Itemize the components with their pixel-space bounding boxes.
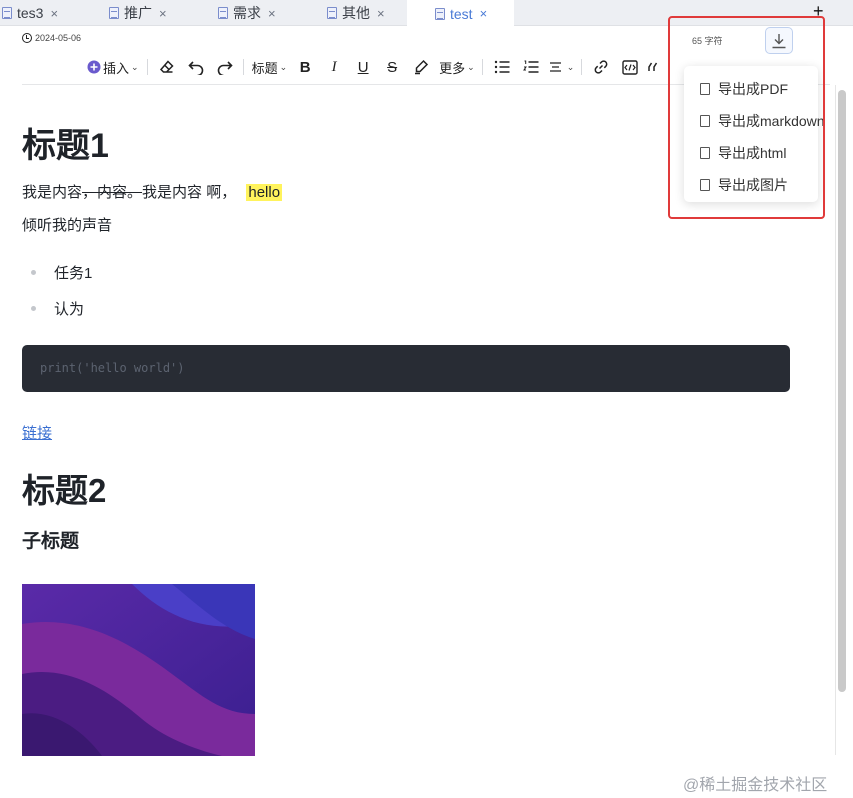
annotation-box — [668, 16, 825, 219]
plus-circle-icon — [87, 60, 101, 74]
document-icon — [109, 7, 119, 19]
editor-border — [835, 85, 836, 755]
more-label: 更多 — [439, 60, 466, 76]
toolbar-divider — [481, 59, 483, 75]
tab-requirements[interactable]: 需求 × — [218, 0, 288, 26]
tab-label: test — [450, 5, 473, 22]
quote-icon — [648, 62, 658, 71]
more-dropdown[interactable]: 更多 ⌄ — [439, 56, 475, 78]
editor-window: tes3 × 推广 × 需求 × 其他 × test × + 2024-05-0… — [0, 0, 853, 798]
chevron-down-icon: ⌄ — [467, 61, 475, 72]
chevron-down-icon: ⌄ — [566, 61, 575, 72]
insert-button[interactable]: 插入 ⌄ — [87, 56, 139, 78]
link[interactable]: 链接 — [22, 422, 52, 443]
tab-test[interactable]: test × — [407, 0, 514, 27]
highlighter-icon — [415, 59, 429, 75]
clock-icon — [22, 33, 32, 43]
ordered-list-icon — [522, 60, 539, 73]
link-button[interactable] — [590, 56, 612, 78]
ordered-list-button[interactable] — [520, 56, 542, 78]
heading-1[interactable]: 标题1 — [22, 118, 109, 167]
format-toolbar: 插入 ⌄ 标题 ⌄ B I U S 更多 ⌄ ⌄ — [87, 56, 667, 78]
document-icon — [435, 7, 445, 20]
tab-promotion[interactable]: 推广 × — [109, 0, 179, 26]
heading-2[interactable]: 标题2 — [22, 464, 106, 512]
bullet-list-icon — [494, 60, 510, 74]
quote-button[interactable] — [648, 56, 660, 78]
toolbar-divider — [581, 59, 583, 75]
align-dropdown[interactable]: ⌄ — [549, 56, 575, 78]
redo-button[interactable] — [214, 56, 236, 78]
document-icon — [218, 7, 228, 19]
tab-other[interactable]: 其他 × — [327, 0, 397, 26]
eraser-icon — [159, 60, 174, 73]
list-item[interactable]: 认为 — [30, 298, 84, 319]
heading-dropdown[interactable]: 标题 ⌄ — [252, 56, 288, 78]
wallpaper-image[interactable] — [22, 584, 255, 756]
toolbar-divider — [242, 59, 244, 75]
undo-button[interactable] — [185, 56, 207, 78]
bullet-list-button[interactable] — [491, 56, 513, 78]
close-icon[interactable]: × — [480, 6, 488, 21]
paragraph[interactable]: 倾听我的声音 — [22, 214, 112, 235]
close-icon[interactable]: × — [268, 6, 276, 21]
paragraph-text: 我是内容 — [22, 184, 83, 201]
vertical-scrollbar[interactable] — [838, 90, 846, 692]
chevron-down-icon: ⌄ — [279, 61, 288, 72]
bold-button[interactable]: B — [294, 56, 316, 78]
list-item[interactable]: 任务1 — [30, 262, 92, 283]
heading-label: 标题 — [251, 60, 278, 76]
highlight-button[interactable] — [410, 56, 432, 78]
clear-format-button[interactable] — [156, 56, 178, 78]
watermark: @稀土掘金技术社区 — [683, 777, 828, 794]
heading-3[interactable]: 子标题 — [22, 526, 79, 553]
doc-date: 2024-05-06 — [22, 33, 81, 43]
chevron-down-icon: ⌄ — [131, 61, 139, 72]
tab-label: tes3 — [17, 5, 44, 21]
strikethrough-button[interactable]: S — [381, 56, 403, 78]
paragraph[interactable]: 我是内容，内容。我是内容 啊， hello — [22, 181, 283, 202]
strikethrough-text: ，内容。 — [82, 184, 143, 201]
document-icon — [327, 7, 337, 19]
tab-label: 其他 — [342, 5, 370, 21]
code-icon — [622, 59, 638, 75]
code-block-button[interactable] — [619, 56, 641, 78]
italic-button[interactable]: I — [323, 56, 345, 78]
abstract-wave-image — [22, 584, 255, 756]
document-icon — [2, 7, 12, 19]
close-icon[interactable]: × — [377, 6, 385, 21]
insert-label: 插入 — [103, 60, 130, 76]
link-icon — [594, 60, 608, 74]
undo-icon — [187, 61, 203, 75]
highlighted-text: hello — [246, 184, 283, 201]
code-block[interactable]: print('hello world') — [22, 345, 790, 392]
tab-label: 推广 — [124, 5, 152, 21]
toolbar-divider — [146, 59, 148, 75]
date-text: 2024-05-06 — [35, 33, 82, 43]
close-icon[interactable]: × — [50, 6, 58, 21]
paragraph-text: 我是内容 啊， — [142, 184, 237, 201]
tab-tes3[interactable]: tes3 × — [2, 0, 72, 26]
tab-label: 需求 — [233, 5, 261, 21]
underline-button[interactable]: U — [352, 56, 374, 78]
align-icon — [549, 62, 561, 72]
redo-icon — [217, 61, 233, 75]
close-icon[interactable]: × — [159, 6, 167, 21]
